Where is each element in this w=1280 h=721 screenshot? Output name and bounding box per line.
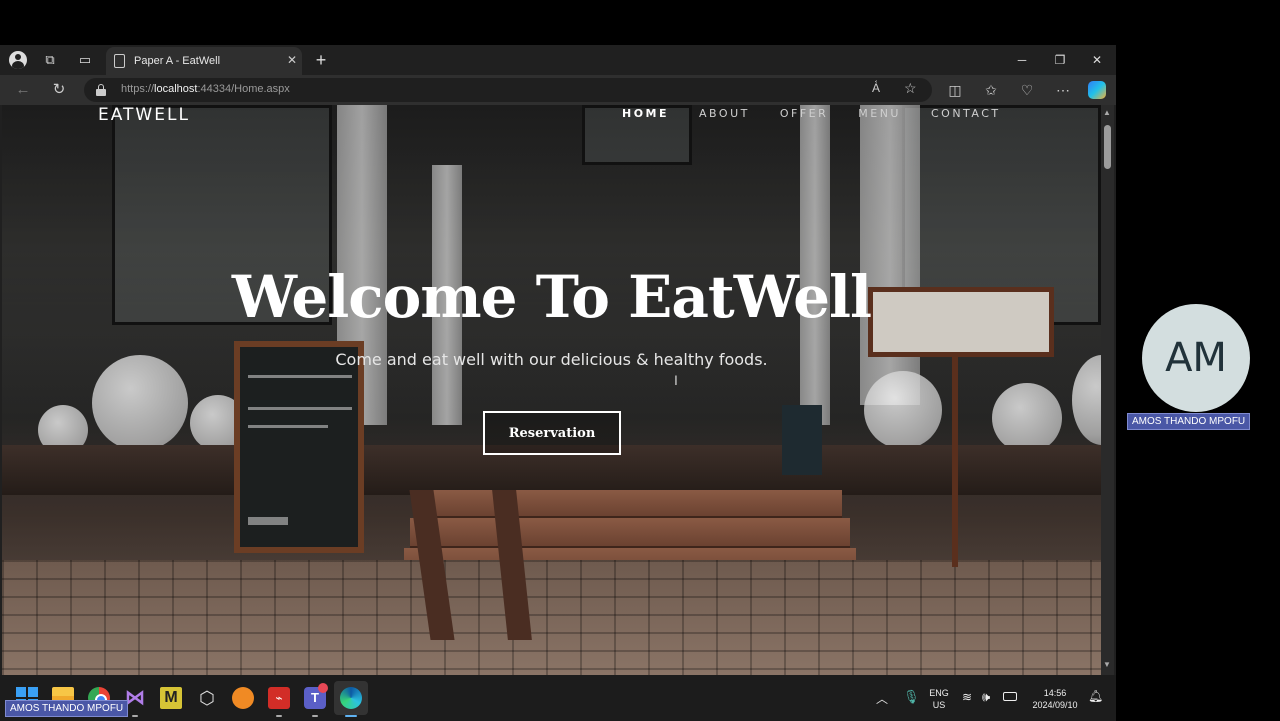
copilot-icon[interactable] xyxy=(1087,80,1107,100)
nav-about[interactable]: ABOUT xyxy=(699,107,750,120)
planter-image xyxy=(782,405,822,475)
microphone-icon[interactable]: 🎙︎ xyxy=(903,689,920,705)
running-indicator xyxy=(312,715,318,717)
hero-title: Welcome To EatWell xyxy=(231,263,872,331)
notification-icon[interactable]: 🔔︎ xyxy=(1088,689,1103,703)
address-toolbar: ← ↻ https://localhost:44334/Home.aspx A᷾… xyxy=(0,75,1116,105)
language-indicator[interactable]: ENG US xyxy=(926,687,952,711)
pdf-reader-icon[interactable]: ⌁ xyxy=(268,687,290,709)
lamp-globe-image xyxy=(92,355,188,451)
volume-icon[interactable]: 🕪︎ xyxy=(982,689,990,705)
browser-essentials-icon[interactable]: ♡ xyxy=(1017,80,1037,100)
stair-step xyxy=(416,490,842,518)
brick-pavement xyxy=(2,560,1101,675)
orange-app-icon[interactable] xyxy=(232,687,254,709)
battery-icon[interactable] xyxy=(1003,692,1017,701)
lock-icon[interactable] xyxy=(96,84,106,96)
running-indicator xyxy=(276,715,282,717)
refresh-icon[interactable]: ↻ xyxy=(48,80,70,100)
nav-contact[interactable]: CONTACT xyxy=(931,107,1001,120)
page-icon xyxy=(114,54,125,68)
nav-offer[interactable]: OFFER xyxy=(780,107,828,120)
back-icon[interactable]: ← xyxy=(12,80,34,100)
hexagon-app-icon[interactable]: ⬡ xyxy=(196,687,218,709)
reservation-button[interactable]: Reservation xyxy=(483,411,621,455)
lamp-globe-image xyxy=(864,371,942,449)
address-bar[interactable]: https://localhost:44334/Home.aspx A᷾ ☆ xyxy=(84,78,932,102)
tab-title: Paper A - EatWell xyxy=(134,55,221,67)
scroll-down-icon[interactable]: ▼ xyxy=(1103,660,1111,669)
tabs-view-icon[interactable]: ▭ xyxy=(75,50,95,70)
chalkboard-sign-image xyxy=(234,341,364,553)
edge-icon[interactable] xyxy=(340,687,362,709)
tray-chevron-up-icon[interactable]: ︿ xyxy=(876,690,888,707)
nav-home[interactable]: HOME xyxy=(622,107,669,120)
collections-icon[interactable]: ⧉ xyxy=(40,50,60,70)
title-bar: ⧉ ▭ Paper A - EatWell ✕ + ─ ❐ ✕ xyxy=(0,45,1116,75)
participant-name-tag: AMOS THANDO MPOFU xyxy=(1127,413,1251,430)
minimize-button[interactable]: ─ xyxy=(1007,49,1037,71)
browser-window: ⧉ ▭ Paper A - EatWell ✕ + ─ ❐ ✕ ← ↻ http… xyxy=(0,45,1116,721)
page-scrollbar[interactable]: ▲ ▼ xyxy=(1101,105,1114,675)
restore-button[interactable]: ❐ xyxy=(1045,49,1075,71)
scrollbar-thumb[interactable] xyxy=(1104,125,1111,169)
close-tab-icon[interactable]: ✕ xyxy=(284,52,300,68)
favorite-star-icon[interactable]: ☆ xyxy=(904,80,917,97)
presenter-name-tag: AMOS THANDO MPOFU xyxy=(5,700,129,717)
teams-icon[interactable]: T xyxy=(304,683,328,709)
m-app-icon[interactable]: M xyxy=(160,687,182,709)
scroll-up-icon[interactable]: ▲ xyxy=(1103,108,1111,117)
profile-icon[interactable] xyxy=(8,50,28,70)
browser-tab[interactable]: Paper A - EatWell ✕ xyxy=(106,47,302,75)
running-indicator xyxy=(345,715,357,717)
site-logo[interactable]: EATWELL xyxy=(98,105,190,125)
split-screen-icon[interactable]: ◫ xyxy=(945,80,965,100)
site-navigation: HOME ABOUT OFFER MENU CONTACT xyxy=(622,107,1031,120)
close-window-button[interactable]: ✕ xyxy=(1082,49,1112,71)
stair-step xyxy=(410,518,850,548)
more-icon[interactable]: ⋯ xyxy=(1053,80,1073,100)
favorites-icon[interactable]: ✩ xyxy=(981,80,1001,100)
url-text[interactable]: https://localhost:44334/Home.aspx xyxy=(121,83,290,95)
hero-subtitle: Come and eat well with our delicious & h… xyxy=(335,350,768,369)
new-tab-button[interactable]: + xyxy=(310,49,332,71)
read-aloud-icon[interactable]: A᷾ xyxy=(872,81,880,95)
wifi-icon[interactable]: ≋ xyxy=(962,690,972,704)
lamp-globe-image xyxy=(992,383,1062,453)
text-cursor-icon: I xyxy=(674,372,678,388)
running-indicator xyxy=(132,715,138,717)
participant-avatar: AM xyxy=(1142,304,1250,412)
nav-menu[interactable]: MENU xyxy=(858,107,901,120)
windows-taskbar: ⋈ M ⬡ ⌁ T ︿ 🎙︎ ENG US ≋ 🕪︎ 14:56 2024/09… xyxy=(0,675,1116,721)
web-page-viewport: EATWELL HOME ABOUT OFFER MENU CONTACT We… xyxy=(2,105,1101,675)
clock[interactable]: 14:56 2024/09/10 xyxy=(1026,687,1084,711)
menu-stand-leg xyxy=(952,357,958,567)
